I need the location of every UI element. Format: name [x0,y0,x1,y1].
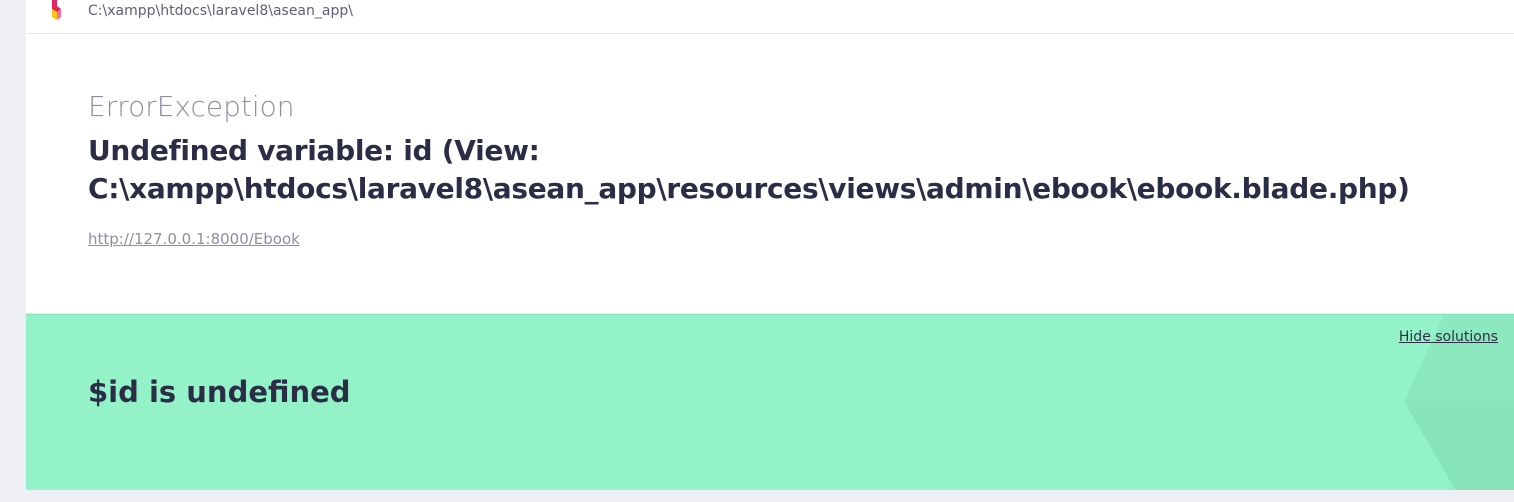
exception-message: Undefined variable: id (View: C:\xampp\h… [88,134,1410,205]
ignition-logo-icon[interactable] [50,0,64,22]
solution-panel: Hide solutions $id is undefined [26,314,1514,491]
request-url-link[interactable]: http://127.0.0.1:8000/Ebook [88,230,300,248]
solution-title: $id is undefined [88,375,351,409]
top-bar: C:\xampp\htdocs\laravel8\asean_app\ [26,0,1514,34]
project-path: C:\xampp\htdocs\laravel8\asean_app\ [88,3,353,19]
exception-class: ErrorException [88,90,295,123]
ignition-error-page: C:\xampp\htdocs\laravel8\asean_app\ Erro… [26,0,1514,502]
hide-solutions-button[interactable]: Hide solutions [1399,329,1498,345]
exception-card: ErrorException Undefined variable: id (V… [26,34,1514,313]
page-background-strip [26,490,1514,502]
